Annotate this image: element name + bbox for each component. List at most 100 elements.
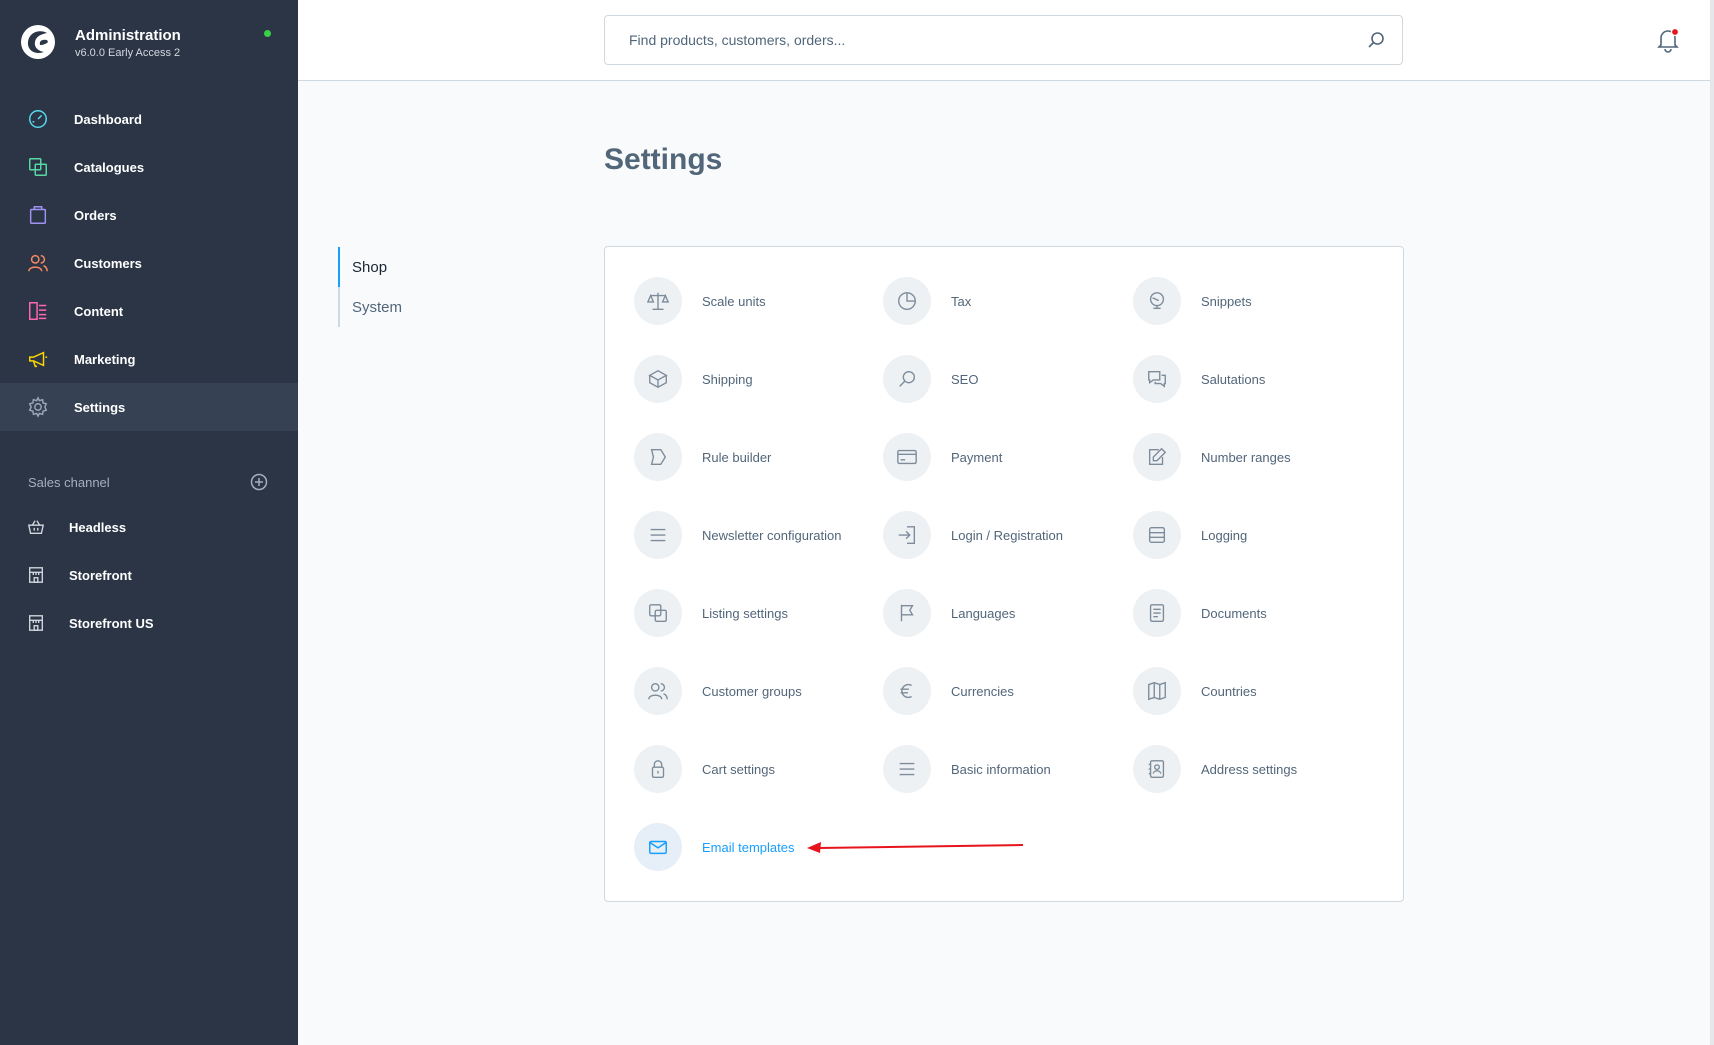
tag-icon [650, 448, 667, 466]
sales-channel-header: Sales channel [28, 472, 268, 494]
list-icon [899, 762, 915, 776]
nav-item-marketing[interactable]: Marketing [0, 335, 298, 383]
status-indicator [264, 30, 271, 37]
settings-item-customer-groups[interactable]: Customer groups [634, 666, 874, 716]
settings-item-label: Address settings [1201, 761, 1298, 777]
lock-icon [651, 760, 665, 778]
settings-item-label: Scale units [702, 293, 766, 309]
nav-item-catalogues[interactable]: Catalogues [0, 143, 298, 191]
nav-item-label: Orders [74, 207, 117, 223]
nav-item-dashboard[interactable]: Dashboard [0, 95, 298, 143]
globe-icon [1149, 292, 1165, 310]
chat-icon [1148, 370, 1166, 388]
settings-item-label: Payment [951, 449, 1003, 465]
settings-item-tax[interactable]: Tax [883, 276, 1123, 326]
brand[interactable]: Administration v6.0.0 Early Access 2 [20, 24, 280, 68]
settings-item-scale-units[interactable]: Scale units [634, 276, 874, 326]
settings-item-logging[interactable]: Logging [1133, 510, 1373, 560]
main-nav: Dashboard Catalogues Orders Customers Co… [0, 95, 298, 431]
search-icon [899, 370, 916, 387]
nav-item-settings[interactable]: Settings [0, 383, 298, 431]
notification-bell-icon[interactable] [1655, 27, 1681, 53]
settings-item-snippets[interactable]: Snippets [1133, 276, 1373, 326]
nav-item-label: Customers [74, 255, 142, 271]
sales-channel-label: Storefront [69, 567, 132, 583]
sales-channel-title: Sales channel [28, 475, 110, 490]
settings-item-label: Newsletter configuration [702, 527, 842, 543]
settings-item-label: Snippets [1201, 293, 1252, 309]
edit-icon [1148, 447, 1167, 466]
database-icon [1148, 526, 1166, 544]
sales-channel-item-headless[interactable]: Headless [0, 503, 298, 551]
search-icon[interactable] [1366, 30, 1386, 50]
settings-item-label: Languages [951, 605, 1016, 621]
annotation-arrow-icon [807, 842, 1024, 853]
settings-item-login-registration[interactable]: Login / Registration [883, 510, 1123, 560]
pie-chart-icon [898, 292, 916, 310]
sales-channel-label: Storefront US [69, 615, 154, 631]
shopware-logo-icon [21, 25, 55, 59]
settings-item-label: Countries [1201, 683, 1257, 699]
scrollbar-track[interactable] [1710, 0, 1714, 1045]
sign-in-icon [898, 526, 916, 544]
settings-item-payment[interactable]: Payment [883, 432, 1123, 482]
settings-item-rule-builder[interactable]: Rule builder [634, 432, 874, 482]
add-circle-icon[interactable] [249, 472, 269, 492]
credit-card-icon [897, 449, 917, 465]
settings-item-languages[interactable]: Languages [883, 588, 1123, 638]
settings-item-number-ranges[interactable]: Number ranges [1133, 432, 1373, 482]
settings-item-address-settings[interactable]: Address settings [1133, 744, 1373, 794]
nav-item-label: Content [74, 303, 124, 319]
settings-item-shipping[interactable]: Shipping [634, 354, 874, 404]
settings-item-label: Basic information [951, 761, 1051, 777]
settings-item-label: Rule builder [702, 449, 772, 465]
settings-item-seo[interactable]: SEO [883, 354, 1123, 404]
brand-title: Administration [75, 27, 181, 44]
nav-item-customers[interactable]: Customers [0, 239, 298, 287]
global-search [604, 15, 1403, 65]
settings-item-label: Listing settings [702, 605, 788, 621]
settings-item-label: Email templates [702, 839, 795, 855]
tab-system[interactable]: System [338, 287, 488, 327]
search-input[interactable] [605, 16, 1345, 64]
orders-icon [26, 203, 50, 227]
settings-item-documents[interactable]: Documents [1133, 588, 1373, 638]
settings-item-countries[interactable]: Countries [1133, 666, 1373, 716]
scale-icon [647, 292, 669, 310]
settings-item-label: Currencies [951, 683, 1014, 699]
settings-item-newsletter-configuration[interactable]: Newsletter configuration [634, 510, 874, 560]
settings-item-label: Login / Registration [951, 527, 1064, 543]
nav-item-label: Catalogues [74, 159, 145, 175]
settings-item-salutations[interactable]: Salutations [1133, 354, 1373, 404]
settings-item-currencies[interactable]: Currencies [883, 666, 1123, 716]
dashboard-icon [26, 107, 50, 131]
package-icon [648, 369, 668, 389]
nav-item-label: Marketing [74, 351, 136, 367]
settings-item-cart-settings[interactable]: Cart settings [634, 744, 874, 794]
sales-channel-item-storefront[interactable]: Storefront [0, 551, 298, 599]
sidebar: Administration v6.0.0 Early Access 2 Das… [0, 0, 298, 1045]
storefront-icon [27, 566, 45, 584]
settings-item-label: Number ranges [1201, 449, 1291, 465]
settings-grid-card: Scale units Tax Snippets Shipping SEO Sa… [604, 246, 1404, 902]
copy-icon [649, 604, 667, 622]
settings-item-label: SEO [951, 371, 979, 387]
brand-version: v6.0.0 Early Access 2 [75, 47, 181, 59]
settings-item-label: Tax [951, 293, 972, 309]
sales-channel-item-storefront-us[interactable]: Storefront US [0, 599, 298, 647]
nav-item-label: Dashboard [74, 111, 142, 127]
content-icon [26, 299, 50, 323]
tab-shop[interactable]: Shop [338, 247, 488, 287]
nav-item-content[interactable]: Content [0, 287, 298, 335]
list-icon [650, 528, 666, 542]
settings-item-basic-information[interactable]: Basic information [883, 744, 1123, 794]
customers-icon [26, 251, 50, 275]
settings-item-listing-settings[interactable]: Listing settings [634, 588, 874, 638]
catalogue-icon [26, 155, 50, 179]
euro-icon [900, 683, 912, 699]
document-icon [1149, 604, 1165, 622]
settings-item-label: Shipping [702, 371, 753, 387]
users-icon [648, 682, 668, 700]
nav-item-orders[interactable]: Orders [0, 191, 298, 239]
envelope-icon [649, 840, 667, 855]
